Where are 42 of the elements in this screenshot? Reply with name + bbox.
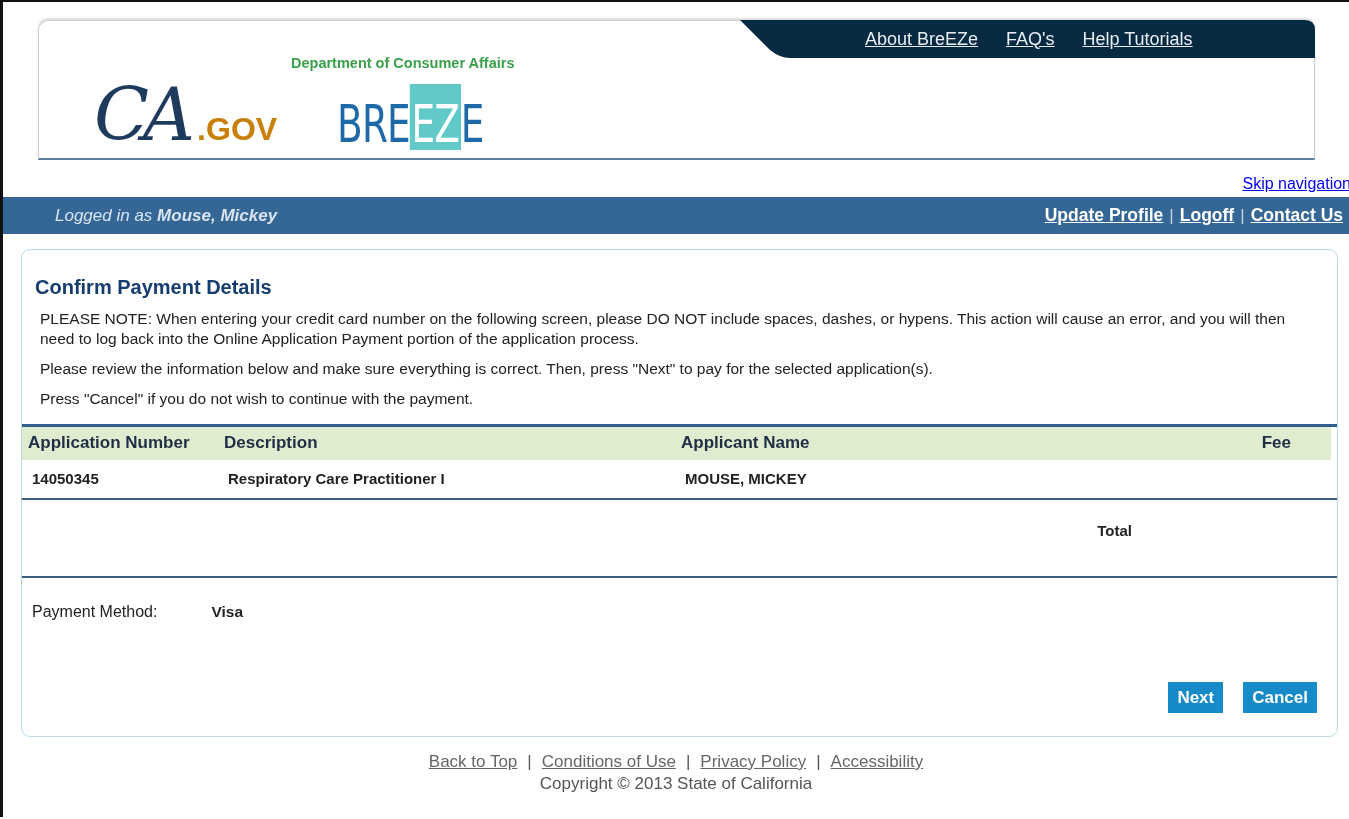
cancel-button[interactable]: Cancel: [1243, 682, 1317, 713]
logo-text: .GOV: [197, 111, 278, 148]
logo-text: CA: [94, 83, 190, 148]
payment-method-label: Payment Method:: [32, 602, 158, 621]
column-header: Fee: [1260, 433, 1292, 454]
user-link[interactable]: Update Profile: [1044, 205, 1164, 226]
note-text: Please review the information below and make sure everything is correct. Then, press "Next" to pay for the selected application(s).: [40, 359, 934, 380]
table-cell-text: 14050345: [31, 470, 100, 488]
note-text: Press "Cancel" if you do not wish to continue with the payment.: [40, 389, 475, 410]
column-header: Applicant Name: [680, 433, 811, 454]
page-title: Confirm Payment Details: [35, 276, 273, 299]
separator: |: [527, 752, 532, 772]
separator: |: [816, 752, 821, 772]
column-header: Application Number: [27, 433, 191, 454]
table-cell-text: Respiratory Care Practitioner I: [227, 470, 446, 488]
nav-link[interactable]: FAQ's: [1006, 28, 1055, 50]
user-link[interactable]: Contact Us: [1250, 205, 1343, 226]
payment-method-value: Visa: [211, 602, 243, 621]
table-cell-text: MOUSE, MICKEY: [684, 470, 808, 488]
separator: |: [685, 752, 691, 772]
logo-text: E: [460, 98, 484, 150]
logo-text: EZ: [410, 84, 461, 150]
ca-gov-logo[interactable]: CA.GOV: [94, 83, 278, 148]
skip-navigation-link[interactable]: Skip navigation: [1242, 175, 1349, 193]
separator: |: [1240, 205, 1245, 226]
note-text: PLEASE NOTE: When entering your credit card number on the following screen, please DO NOT include spaces, dashes, or hypens. This action will cause an error, and you will then need to log back into the Online Application Payment portion of the application process.: [40, 309, 1287, 350]
next-button[interactable]: Next: [1168, 682, 1224, 713]
footer-link[interactable]: Accessibility: [830, 752, 924, 772]
logged-in-text: Logged in as Mouse, Mickey: [55, 205, 278, 226]
column-header: Description: [223, 433, 319, 454]
user-link[interactable]: Logoff: [1179, 205, 1235, 226]
nav-link[interactable]: Help Tutorials: [1082, 28, 1193, 50]
footer-link[interactable]: Privacy Policy: [700, 752, 807, 772]
copyright-text: Copyright © 2013 State of California: [538, 774, 814, 794]
department-name: Department of Consumer Affairs: [291, 55, 515, 71]
footer-link[interactable]: Conditions of Use: [541, 752, 676, 772]
breeze-logo[interactable]: BREEZE: [337, 84, 484, 150]
separator: |: [1169, 205, 1174, 226]
logo-text: BRE: [337, 98, 411, 150]
total-label: Total: [1097, 521, 1132, 541]
footer-link[interactable]: Back to Top: [428, 752, 518, 772]
nav-link[interactable]: About BreEZe: [865, 28, 979, 50]
